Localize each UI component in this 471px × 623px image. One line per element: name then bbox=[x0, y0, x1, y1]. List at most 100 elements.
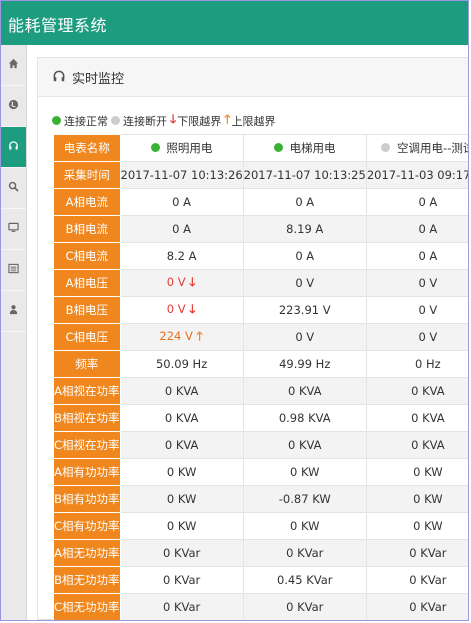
arrow-up-icon: 🡑 bbox=[196, 328, 203, 343]
table-cell: 0 A bbox=[365, 215, 468, 243]
connected-dot-icon bbox=[273, 143, 283, 152]
table-cell: 2017-11-03 09:17:03 bbox=[365, 161, 468, 189]
panel-title: 实时监控 bbox=[72, 71, 125, 87]
table-cell: 0 KW bbox=[242, 458, 367, 486]
table-cell: 49.99 Hz bbox=[242, 350, 367, 378]
table-cell: 2017-11-07 10:13:25 bbox=[242, 161, 367, 189]
sidebar-item-monitor[interactable] bbox=[1, 209, 26, 250]
table-cell: 0 KVar bbox=[365, 539, 468, 567]
alarm-value: 224 V bbox=[159, 328, 193, 343]
table-cell: 0 KVA bbox=[119, 404, 244, 432]
table-cell: 0 KVar bbox=[119, 539, 244, 567]
row-label: A相电压 bbox=[53, 269, 121, 297]
sidebar-item-user[interactable] bbox=[1, 291, 26, 332]
row-label: C相视在功率 bbox=[53, 431, 121, 459]
row-label: A相无功功率 bbox=[53, 539, 121, 567]
table-row: A相无功功率 0 KVar 0 KVar 0 KVar bbox=[53, 539, 468, 567]
row-label: A相有功功率 bbox=[53, 458, 121, 486]
app-title: 能耗管理系统 bbox=[8, 16, 108, 35]
search-icon bbox=[8, 181, 19, 195]
sidebar-item-list[interactable] bbox=[1, 250, 26, 291]
table-cell: 0 KVar bbox=[119, 593, 244, 620]
headphones-icon bbox=[52, 69, 72, 86]
table-cell: 0 A bbox=[242, 242, 367, 270]
table-row: C相无功功率 0 KVar 0 KVar 0 KVar bbox=[53, 593, 468, 620]
home-icon bbox=[8, 58, 19, 72]
table-cell: 0 A bbox=[119, 215, 244, 243]
table-row: 采集时间 2017-11-07 10:13:26 2017-11-07 10:1… bbox=[53, 161, 468, 189]
alarm-value: 0 V bbox=[166, 274, 186, 289]
table-row: B相无功功率 0 KVar 0.45 KVar 0 KVar bbox=[53, 566, 468, 594]
table-cell: 0 KW bbox=[119, 458, 244, 486]
table-cell: 0 V bbox=[242, 269, 367, 297]
meter-column-header: 空调用电--测试 bbox=[365, 134, 469, 162]
sidebar-item-monitor-realtime[interactable] bbox=[1, 127, 26, 168]
table-cell: 0 V 🡓 bbox=[119, 296, 244, 324]
table-row: B相视在功率 0 KVA 0.98 KVA 0 KVA bbox=[53, 404, 468, 432]
connected-dot-icon bbox=[52, 116, 61, 125]
meter-column-header: 照明用电 bbox=[119, 134, 244, 162]
sidebar bbox=[1, 45, 27, 620]
table-cell: 0 A bbox=[365, 242, 468, 270]
list-icon bbox=[8, 263, 19, 277]
main-panel: 实时监控 连接正常 连接断开 🡓 下限越界 🡑 上限越界 电表名称 照明用电 电… bbox=[37, 57, 468, 620]
table-row: C相电流 8.2 A 0 A 0 A bbox=[53, 242, 468, 270]
meter-name: 空调用电--测试 bbox=[397, 141, 469, 155]
row-label: C相无功功率 bbox=[53, 593, 121, 620]
table-row: C相电压 224 V 🡑 0 V 0 V bbox=[53, 323, 468, 351]
table-cell: 0 KVA bbox=[365, 404, 468, 432]
row-label: 采集时间 bbox=[53, 161, 121, 189]
table-cell: 0 KVA bbox=[242, 377, 367, 405]
disconnected-dot-icon bbox=[111, 116, 120, 125]
table-cell: 0 KVA bbox=[242, 431, 367, 459]
table-cell: 50.09 Hz bbox=[119, 350, 244, 378]
table-row: A相电压 0 V 🡓 0 V 0 V bbox=[53, 269, 468, 297]
row-label: B相电压 bbox=[53, 296, 121, 324]
globe-icon bbox=[8, 99, 19, 113]
table-cell: 0 KVar bbox=[119, 566, 244, 594]
row-label: B相有功功率 bbox=[53, 485, 121, 513]
table-cell: 0 KW bbox=[365, 512, 468, 540]
row-label: B相电流 bbox=[53, 215, 121, 243]
table-cell: 0 KVA bbox=[365, 431, 468, 459]
row-label: B相无功功率 bbox=[53, 566, 121, 594]
row-label: A相视在功率 bbox=[53, 377, 121, 405]
monitor-icon bbox=[8, 222, 19, 236]
arrow-down-icon: 🡓 bbox=[189, 301, 196, 316]
table-cell: 8.2 A bbox=[119, 242, 244, 270]
sidebar-item-globe[interactable] bbox=[1, 86, 26, 127]
row-label: 频率 bbox=[53, 350, 121, 378]
legend-connected: 连接正常 bbox=[64, 114, 108, 128]
sidebar-item-search[interactable] bbox=[1, 168, 26, 209]
meter-name: 照明用电 bbox=[166, 141, 213, 155]
table-cell: 0 KVA bbox=[119, 377, 244, 405]
table-cell: 0 V bbox=[365, 323, 468, 351]
disconnected-dot-icon bbox=[381, 143, 391, 152]
table-row: C相视在功率 0 KVA 0 KVA 0 KVA bbox=[53, 431, 468, 459]
meter-column-header: 电梯用电 bbox=[242, 134, 367, 162]
table-cell: 0 Hz bbox=[365, 350, 468, 378]
app-header: 能耗管理系统 bbox=[1, 1, 468, 45]
table-cell: 0 A bbox=[365, 188, 468, 216]
legend-disconnected: 连接断开 bbox=[123, 114, 167, 128]
connected-dot-icon bbox=[150, 143, 160, 152]
table-cell: 0 KVar bbox=[365, 593, 468, 620]
table-row: A相有功功率 0 KW 0 KW 0 KW bbox=[53, 458, 468, 486]
meter-name: 电梯用电 bbox=[289, 141, 336, 155]
table-header-row: 电表名称 照明用电 电梯用电 空调用电--测试 bbox=[53, 134, 469, 162]
arrow-down-icon: 🡓 bbox=[170, 112, 177, 126]
row-label: C相有功功率 bbox=[53, 512, 121, 540]
table-cell: 0.45 KVar bbox=[242, 566, 367, 594]
legend-lower-limit: 下限越界 bbox=[177, 114, 222, 128]
table-cell: 0.98 KVA bbox=[242, 404, 367, 432]
arrow-up-icon: 🡑 bbox=[224, 112, 231, 126]
panel-header: 实时监控 bbox=[38, 58, 468, 97]
app-window: 能耗管理系统 实时监控 连接正常 连接断开 🡓 下限越界 🡑 上限越界 电表名称… bbox=[0, 0, 469, 621]
status-legend: 连接正常 连接断开 🡓 下限越界 🡑 上限越界 bbox=[52, 110, 279, 131]
table-cell: 0 KW bbox=[365, 485, 468, 513]
table-cell: 2017-11-07 10:13:26 bbox=[119, 161, 244, 189]
meter-table: 电表名称 照明用电 电梯用电 空调用电--测试 采集时间 2017-11-07 … bbox=[53, 134, 469, 620]
table-cell: 0 V bbox=[365, 269, 468, 297]
sidebar-item-home[interactable] bbox=[1, 45, 26, 86]
legend-upper-limit: 上限越界 bbox=[231, 114, 276, 128]
